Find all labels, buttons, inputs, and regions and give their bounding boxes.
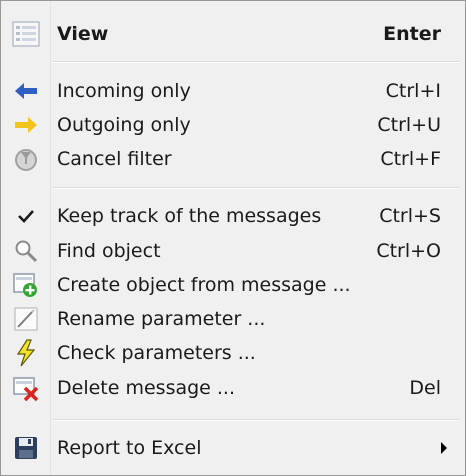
list-view-icon — [11, 19, 41, 49]
menu-item-label: Create object from message ... — [57, 274, 351, 296]
context-menu: View Enter Incoming only Ctrl+I Outgoing… — [0, 0, 466, 476]
menu-item-create-object[interactable]: Create object from message ... — [1, 266, 465, 304]
menu-item-report-to-excel[interactable]: Report to Excel — [1, 429, 465, 467]
menu-item-view[interactable]: View Enter — [1, 15, 465, 53]
menu-item-shortcut: Del — [409, 377, 441, 399]
menu-item-shortcut: Ctrl+O — [376, 240, 441, 262]
menu-item-label: Incoming only — [57, 80, 191, 102]
separator — [53, 61, 459, 63]
menu-item-label: View — [57, 23, 109, 45]
menu-item-shortcut: Enter — [383, 23, 441, 45]
floppy-disk-icon — [11, 433, 41, 463]
menu-item-label: Rename parameter ... — [57, 308, 266, 330]
menu-item-label: Report to Excel — [57, 437, 202, 459]
arrow-left-icon — [11, 76, 41, 106]
menu-item-rename-parameter[interactable]: Rename parameter ... — [1, 300, 465, 338]
delete-icon — [11, 373, 41, 403]
menu-item-outgoing-only[interactable]: Outgoing only Ctrl+U — [1, 106, 465, 144]
lightning-icon — [11, 338, 41, 368]
menu-item-label: Cancel filter — [57, 148, 172, 170]
separator — [53, 187, 459, 189]
arrow-right-icon — [11, 110, 41, 140]
menu-item-check-parameters[interactable]: Check parameters ... — [1, 334, 465, 372]
menu-item-label: Outgoing only — [57, 114, 191, 136]
menu-item-label: Find object — [57, 240, 161, 262]
menu-item-shortcut: Ctrl+I — [385, 80, 441, 102]
menu-item-cancel-filter[interactable]: Cancel filter Ctrl+F — [1, 140, 465, 178]
menu-item-label: Delete message ... — [57, 377, 236, 399]
menu-item-keep-track[interactable]: Keep track of the messages Ctrl+S — [1, 197, 465, 235]
menu-item-label: Keep track of the messages — [57, 205, 322, 227]
menu-item-shortcut: Ctrl+S — [379, 205, 441, 227]
menu-item-delete-message[interactable]: Delete message ... Del — [1, 369, 465, 407]
menu-item-label: Check parameters ... — [57, 342, 256, 364]
menu-item-shortcut: Ctrl+F — [380, 148, 441, 170]
menu-item-shortcut: Ctrl+U — [377, 114, 441, 136]
submenu-arrow-icon — [441, 442, 447, 454]
menu-item-find-object[interactable]: Find object Ctrl+O — [1, 232, 465, 270]
rename-icon — [11, 304, 41, 334]
checkmark-icon — [11, 201, 41, 231]
magnifier-icon — [11, 236, 41, 266]
cancel-filter-icon — [11, 144, 41, 174]
separator — [53, 419, 459, 421]
menu-item-incoming-only[interactable]: Incoming only Ctrl+I — [1, 72, 465, 110]
add-object-icon — [11, 270, 41, 300]
